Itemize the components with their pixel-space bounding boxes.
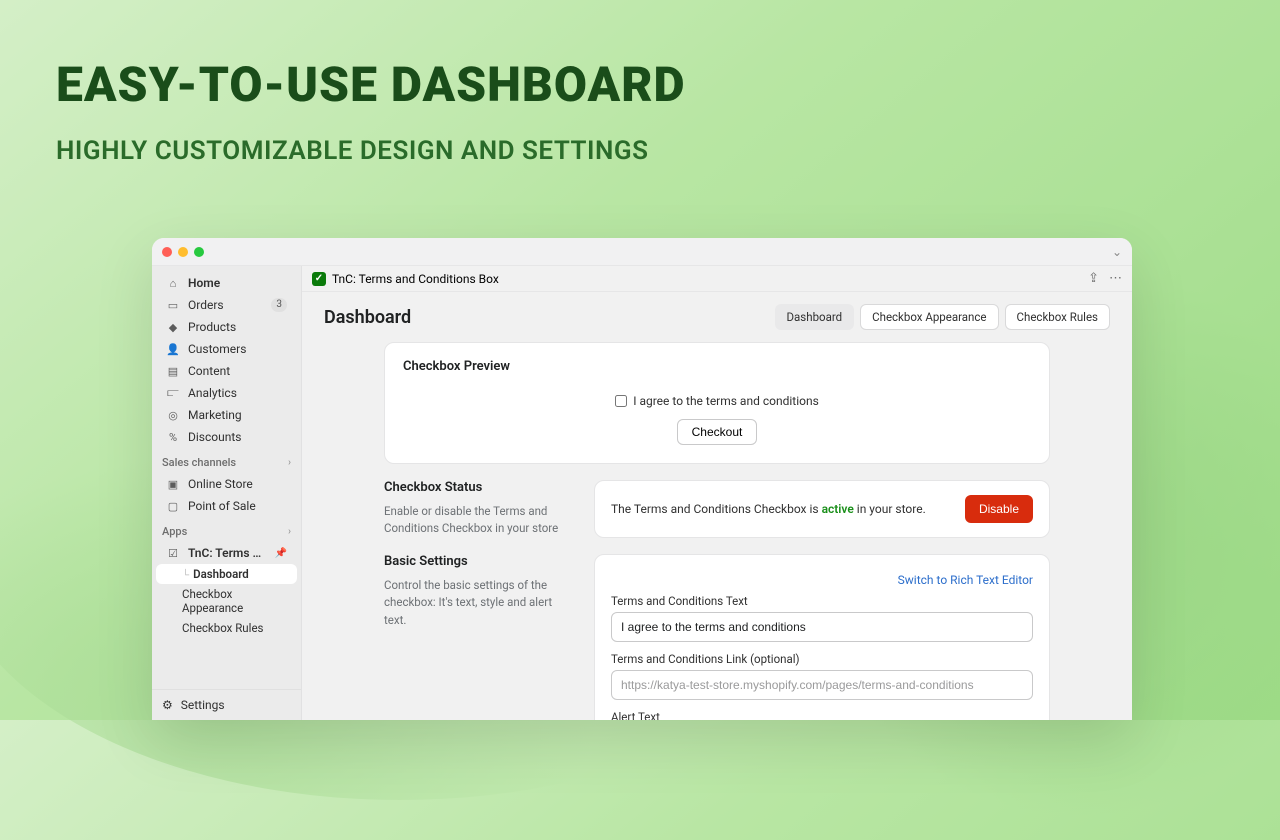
nav-discounts[interactable]: % Discounts bbox=[156, 426, 297, 448]
agree-checkbox[interactable] bbox=[615, 395, 627, 407]
marketing-icon: ◎ bbox=[166, 409, 180, 422]
person-icon: 👤 bbox=[166, 343, 180, 356]
alert-label: Alert Text bbox=[611, 710, 1033, 720]
nav-analytics[interactable]: ⫍ Analytics bbox=[156, 382, 297, 404]
basic-heading: Basic Settings bbox=[384, 554, 574, 569]
nav-home[interactable]: ⌂ Home bbox=[156, 272, 297, 294]
hero-subhead: HIGHLY CUSTOMIZABLE DESIGN AND SETTINGS bbox=[56, 136, 648, 166]
store-icon: ▣ bbox=[166, 478, 180, 491]
nav-settings[interactable]: ⚙ Settings bbox=[152, 689, 301, 720]
pin-icon[interactable]: ⇪ bbox=[1088, 271, 1099, 286]
tab-rules[interactable]: Checkbox Rules bbox=[1005, 304, 1110, 330]
checked-box-icon: ☑ bbox=[166, 547, 180, 560]
chevron-right-icon: › bbox=[288, 526, 291, 537]
more-icon[interactable]: ⋯ bbox=[1109, 271, 1122, 286]
app-window: ⌄ ⌂ Home ▭ Orders 3 ◆ Products 👤 Custome… bbox=[152, 238, 1132, 720]
main-area: ✓ TnC: Terms and Conditions Box ⇪ ⋯ Dash… bbox=[302, 266, 1132, 720]
subnav-rules[interactable]: Checkbox Rules bbox=[156, 618, 297, 638]
window-controls bbox=[162, 247, 204, 257]
sidebar: ⌂ Home ▭ Orders 3 ◆ Products 👤 Customers… bbox=[152, 266, 302, 720]
section-apps[interactable]: Apps › bbox=[152, 517, 301, 542]
nav-online-store[interactable]: ▣ Online Store bbox=[156, 473, 297, 495]
maximize-icon[interactable] bbox=[194, 247, 204, 257]
app-title: TnC: Terms and Conditions Box bbox=[332, 272, 499, 286]
preview-agree-row[interactable]: I agree to the terms and conditions bbox=[615, 394, 819, 408]
basic-sub: Control the basic settings of the checkb… bbox=[384, 577, 574, 629]
nav-pos[interactable]: ▢ Point of Sale bbox=[156, 495, 297, 517]
status-sub: Enable or disable the Terms and Conditio… bbox=[384, 503, 574, 538]
subnav-dashboard[interactable]: Dashboard bbox=[156, 564, 297, 584]
app-bar: ✓ TnC: Terms and Conditions Box ⇪ ⋯ bbox=[302, 266, 1132, 292]
page-title: Dashboard bbox=[324, 307, 411, 328]
analytics-icon: ⫍ bbox=[166, 386, 180, 400]
disable-button[interactable]: Disable bbox=[965, 495, 1033, 523]
content-icon: ▤ bbox=[166, 365, 180, 378]
nav-products[interactable]: ◆ Products bbox=[156, 316, 297, 338]
tc-text-input[interactable] bbox=[611, 612, 1033, 642]
hero-headline: EASY-TO-USE DASHBOARD bbox=[56, 56, 686, 113]
nav-orders[interactable]: ▭ Orders 3 bbox=[156, 294, 297, 316]
minimize-icon[interactable] bbox=[178, 247, 188, 257]
status-heading: Checkbox Status bbox=[384, 480, 574, 495]
chevron-down-icon[interactable]: ⌄ bbox=[1112, 245, 1122, 259]
nav-customers[interactable]: 👤 Customers bbox=[156, 338, 297, 360]
pin-icon[interactable]: 📌 bbox=[275, 548, 287, 559]
home-icon: ⌂ bbox=[166, 277, 180, 290]
gear-icon: ⚙ bbox=[162, 698, 173, 712]
card-title: Checkbox Preview bbox=[403, 359, 1031, 374]
tc-link-label: Terms and Conditions Link (optional) bbox=[611, 652, 1033, 666]
orders-badge: 3 bbox=[271, 298, 287, 312]
nav-tnc-app[interactable]: ☑ TnC: Terms and Cond… 📌 bbox=[156, 542, 297, 564]
tab-dashboard[interactable]: Dashboard bbox=[775, 304, 855, 330]
chevron-right-icon: › bbox=[288, 457, 291, 468]
close-icon[interactable] bbox=[162, 247, 172, 257]
tag-icon: ◆ bbox=[166, 321, 180, 334]
window-titlebar: ⌄ bbox=[152, 238, 1132, 266]
status-text: The Terms and Conditions Checkbox is act… bbox=[611, 502, 926, 516]
tc-link-input[interactable] bbox=[611, 670, 1033, 700]
pos-icon: ▢ bbox=[166, 500, 180, 513]
switch-editor-link[interactable]: Switch to Rich Text Editor bbox=[898, 573, 1033, 587]
card-preview: Checkbox Preview I agree to the terms an… bbox=[384, 342, 1050, 464]
nav-marketing[interactable]: ◎ Marketing bbox=[156, 404, 297, 426]
section-sales-channels[interactable]: Sales channels › bbox=[152, 448, 301, 473]
checkout-button[interactable]: Checkout bbox=[677, 419, 758, 445]
status-card: The Terms and Conditions Checkbox is act… bbox=[594, 480, 1050, 538]
tab-row: Dashboard Checkbox Appearance Checkbox R… bbox=[775, 304, 1111, 330]
subnav-appearance[interactable]: Checkbox Appearance bbox=[156, 584, 297, 618]
basic-form-card: Switch to Rich Text Editor Terms and Con… bbox=[594, 554, 1050, 720]
content-scroll[interactable]: Checkbox Preview I agree to the terms an… bbox=[302, 342, 1132, 720]
tc-text-label: Terms and Conditions Text bbox=[611, 594, 1033, 608]
app-logo-icon: ✓ bbox=[312, 272, 326, 286]
nav-content[interactable]: ▤ Content bbox=[156, 360, 297, 382]
tab-appearance[interactable]: Checkbox Appearance bbox=[860, 304, 998, 330]
orders-icon: ▭ bbox=[166, 299, 180, 312]
discounts-icon: % bbox=[166, 431, 180, 444]
